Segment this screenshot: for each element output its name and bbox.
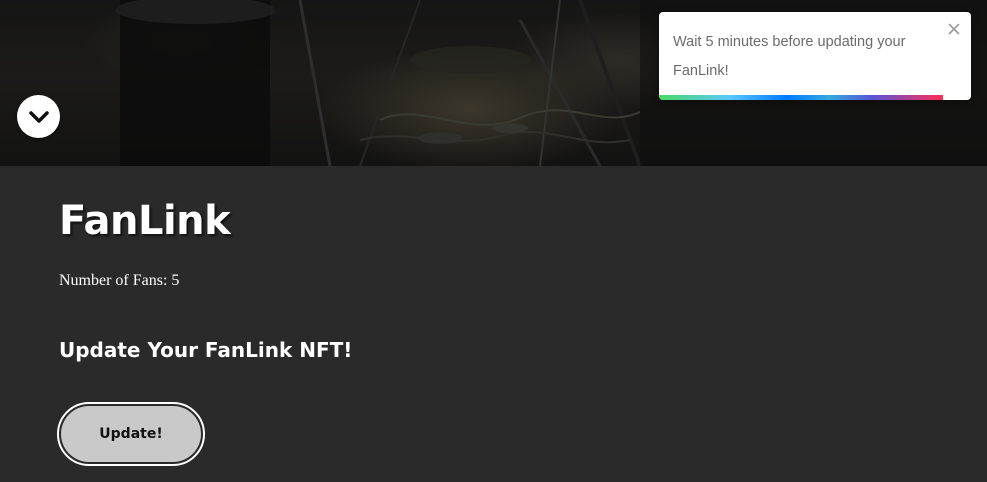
update-button[interactable]: Update! [57,402,205,466]
page: Wait 5 minutes before updating your FanL… [0,0,987,482]
fans-count: Number of Fans: 5 [59,272,180,289]
toast-notification: Wait 5 minutes before updating your FanL… [659,12,971,100]
chevron-down-icon [28,110,49,123]
update-button-label: Update! [61,406,201,462]
close-icon[interactable] [947,22,961,36]
page-title: FanLink [59,198,231,244]
update-heading: Update Your FanLink NFT! [59,338,353,362]
toast-message: Wait 5 minutes before updating your FanL… [673,34,906,79]
toast-progress-bar [659,95,943,100]
scroll-down-button[interactable] [17,95,60,138]
